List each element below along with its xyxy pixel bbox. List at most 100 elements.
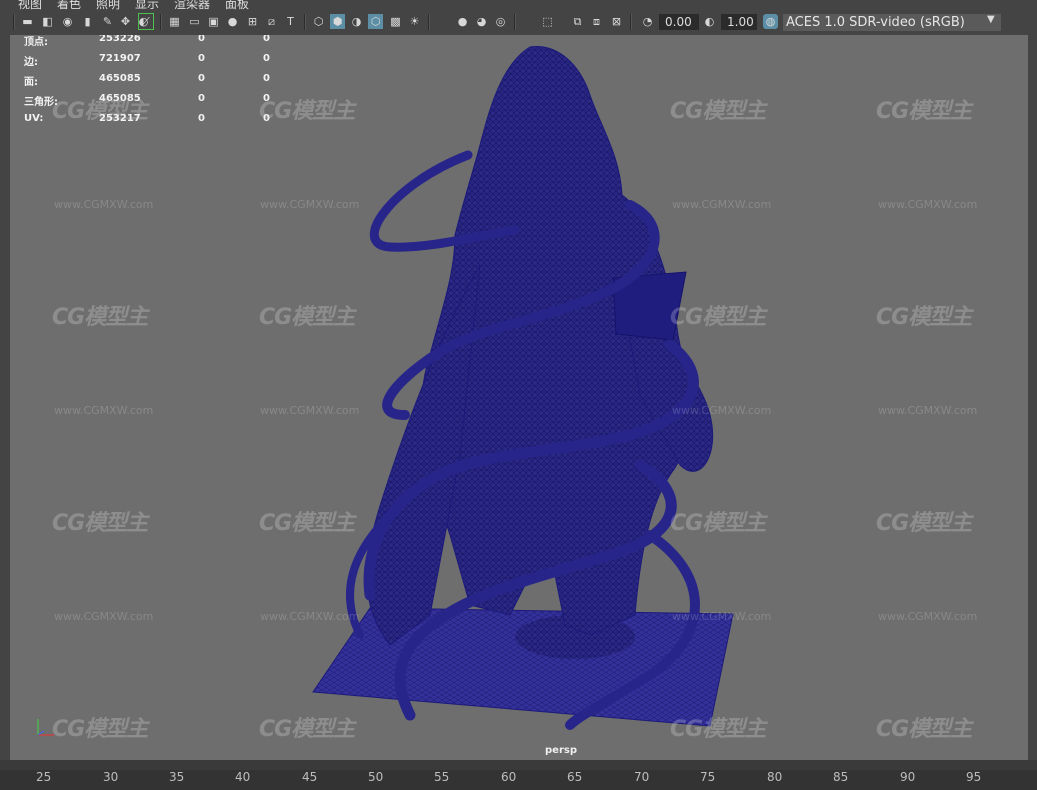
timeline-tick: 90 — [900, 770, 916, 784]
hud-label: 顶点: — [24, 37, 48, 48]
toolbar-separator — [13, 14, 15, 30]
field-chart-icon[interactable]: ⊞ — [245, 14, 260, 29]
xray-joints-icon[interactable]: ⧈ — [589, 14, 604, 29]
toolbar-separator — [160, 14, 162, 30]
lights-icon[interactable]: ☀ — [407, 14, 422, 29]
motion-blur-icon[interactable]: ◎ — [493, 14, 508, 29]
watermark-logo: CG模型主 — [52, 511, 148, 536]
watermark-logo: CG模型主 — [876, 305, 972, 330]
resolution-gate-icon[interactable]: ▣ — [206, 14, 221, 29]
hud-value: 0 — [263, 53, 270, 64]
camera-name-label: persp — [545, 745, 577, 756]
timeline-tick: 45 — [302, 770, 318, 784]
hud-label: 边: — [24, 57, 38, 68]
watermark-logo: CG模型主 — [670, 305, 766, 330]
viewport-toolbar: ▬ ◧ ◉ ▮ ✎ ✥ ◐ ⟋ ▦ ▭ ▣ ● ⊞ ⧄ T ⬡ ⬢ ◑ ⬡ ▩ … — [0, 10, 1037, 36]
watermark-logo: CG模型主 — [670, 511, 766, 536]
watermark-logo: CG模型主 — [259, 717, 355, 742]
timeline-tick: 85 — [833, 770, 849, 784]
flat-shade-icon[interactable]: ◑ — [349, 14, 364, 29]
wireframe-icon[interactable]: ⬡ — [311, 14, 326, 29]
hud-label: 三角形: — [24, 97, 58, 108]
watermark-logo: CG模型主 — [259, 99, 355, 124]
watermark-url: www.CGMXW.com — [54, 610, 154, 623]
menu-panels[interactable]: 面板 — [225, 0, 249, 10]
hud-value: 0 — [263, 35, 270, 44]
watermark-url: www.CGMXW.com — [878, 198, 978, 211]
color-management-icon[interactable]: ◍ — [763, 14, 778, 29]
camera-attributes-icon[interactable]: ◧ — [40, 14, 55, 29]
hud-value: 253217 — [99, 113, 141, 124]
watermark-url: www.CGMXW.com — [54, 404, 154, 417]
pencil-active-icon[interactable]: ⟋ — [138, 13, 154, 30]
safe-action-icon[interactable]: ⧄ — [264, 14, 279, 29]
watermark-url: www.CGMXW.com — [672, 198, 772, 211]
watermark-logo: CG模型主 — [670, 99, 766, 124]
exposure-field[interactable]: 0.00 — [659, 14, 699, 30]
2d-pan-zoom-icon[interactable]: ✥ — [118, 14, 133, 29]
hud-value: 0 — [198, 53, 205, 64]
screen-space-ao-icon[interactable]: ◕ — [474, 14, 489, 29]
watermark-logo: CG模型主 — [876, 511, 972, 536]
watermark-logo: CG模型主 — [52, 717, 148, 742]
menu-renderer[interactable]: 渲染器 — [174, 0, 210, 10]
perspective-viewport[interactable]: CG模型主 CG模型主 CG模型主 CG模型主 www.CGMXW.com ww… — [10, 35, 1028, 760]
xray-icon[interactable]: ⧉ — [570, 14, 585, 29]
gamma-icon[interactable]: ◐ — [702, 14, 717, 29]
watermark-logo: CG模型主 — [52, 305, 148, 330]
film-gate-icon[interactable]: ▭ — [187, 14, 202, 29]
color-space-dropdown[interactable]: ACES 1.0 SDR-video (sRGB) — [783, 14, 1001, 31]
select-camera-icon[interactable]: ▬ — [20, 14, 35, 29]
safe-title-icon[interactable]: T — [283, 14, 298, 29]
shadows-icon[interactable]: ● — [455, 14, 470, 29]
wireframe-model — [312, 46, 734, 730]
toolbar-separator — [304, 14, 306, 30]
hud-value: 0 — [198, 113, 205, 124]
hud-value: 0 — [198, 73, 205, 84]
textured-icon[interactable]: ▩ — [388, 14, 403, 29]
hud-value: 0 — [198, 35, 205, 44]
xray-components-icon[interactable]: ⊠ — [609, 14, 624, 29]
grid-icon[interactable]: ▦ — [167, 14, 182, 29]
hud-value: 0 — [263, 73, 270, 84]
timeline-tick: 25 — [36, 770, 52, 784]
wireframe-on-shaded-icon[interactable]: ⬡ — [368, 14, 383, 29]
timeline-tick: 60 — [501, 770, 517, 784]
chevron-down-icon[interactable]: ▼ — [987, 14, 995, 25]
watermark-logo: CG模型主 — [876, 99, 972, 124]
timeline-tick: 35 — [169, 770, 185, 784]
hud-label: 面: — [24, 77, 38, 88]
timeline-tick: 50 — [368, 770, 384, 784]
menu-show[interactable]: 显示 — [135, 0, 159, 10]
timeline-tick: 55 — [434, 770, 450, 784]
exposure-icon[interactable]: ◔ — [640, 14, 655, 29]
grease-pencil-icon[interactable]: ✎ — [100, 14, 115, 29]
watermark-logo: CG模型主 — [259, 305, 355, 330]
smooth-shade-icon[interactable]: ⬢ — [330, 14, 345, 29]
timeline-tick: 95 — [966, 770, 982, 784]
hud-value: 465085 — [99, 93, 141, 104]
menu-lighting[interactable]: 照明 — [96, 0, 120, 10]
menu-bar: 视图 着色 照明 显示 渲染器 面板 — [0, 0, 1037, 10]
hud-value: 0 — [198, 93, 205, 104]
isolate-select-icon[interactable]: ⬚ — [540, 14, 555, 29]
bookmarks-icon[interactable]: ◉ — [60, 14, 75, 29]
watermark-logo: CG模型主 — [259, 511, 355, 536]
toolbar-separator — [514, 14, 516, 30]
timeline-tick: 75 — [700, 770, 716, 784]
time-slider[interactable]: 25 30 35 40 45 50 55 60 65 70 75 80 85 9… — [0, 770, 1037, 790]
timeline-tick: 30 — [103, 770, 119, 784]
hud-label: UV: — [24, 113, 44, 124]
menu-view[interactable]: 视图 — [18, 0, 42, 10]
gate-mask-icon[interactable]: ● — [225, 14, 240, 29]
right-panel-edge — [1028, 35, 1037, 760]
watermark-url: www.CGMXW.com — [54, 198, 154, 211]
menu-shading[interactable]: 着色 — [57, 0, 81, 10]
hud-value: 0 — [263, 113, 270, 124]
gamma-field[interactable]: 1.00 — [721, 14, 757, 30]
image-plane-icon[interactable]: ▮ — [80, 14, 95, 29]
panel-divider — [0, 760, 1037, 770]
watermark-logo: CG模型主 — [670, 717, 766, 742]
watermark-url: www.CGMXW.com — [878, 404, 978, 417]
timeline-tick: 65 — [567, 770, 583, 784]
